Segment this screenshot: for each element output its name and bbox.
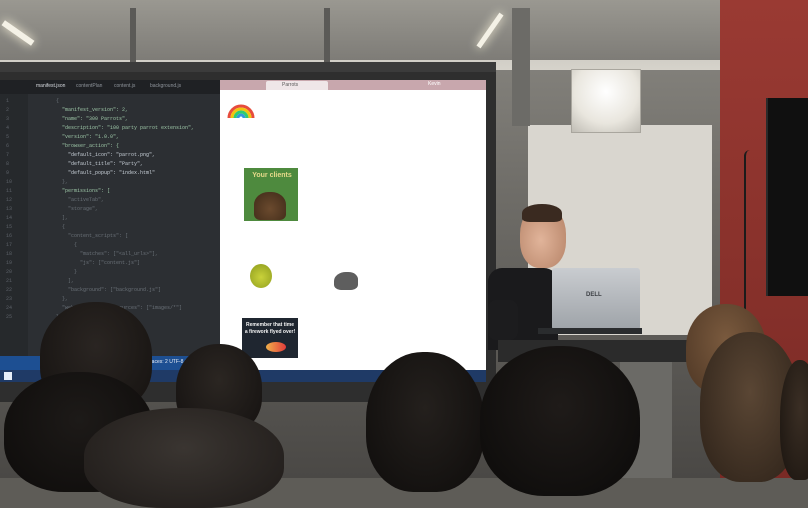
code-line: ], bbox=[56, 215, 69, 221]
line-number: 12 bbox=[6, 197, 13, 203]
presenter-hair bbox=[522, 204, 562, 222]
line-number: 25 bbox=[6, 314, 13, 320]
code-line: } bbox=[56, 269, 78, 275]
code-line: { bbox=[56, 224, 66, 230]
line-number: 10 bbox=[6, 179, 13, 185]
editor-tab-bar: manifest.json contentPlan content.js bac… bbox=[0, 80, 220, 94]
frog-icon bbox=[250, 264, 272, 288]
code-line: "matches": ["<all_urls>"], bbox=[56, 251, 159, 257]
code-line: "storage", bbox=[56, 206, 99, 212]
start-menu-icon[interactable] bbox=[4, 372, 12, 380]
editor-tab[interactable]: manifest.json bbox=[36, 83, 65, 89]
firework-icon bbox=[266, 342, 286, 352]
monitor-cable bbox=[744, 150, 770, 320]
rainbow-logo-icon bbox=[227, 104, 255, 119]
code-line: "default_popup": "index.html" bbox=[56, 170, 156, 176]
code-line: "content_scripts": [ bbox=[56, 233, 129, 239]
line-number: 16 bbox=[6, 233, 13, 239]
line-number: 19 bbox=[6, 260, 13, 266]
line-number: 9 bbox=[6, 170, 10, 176]
browser-chrome bbox=[220, 80, 486, 90]
line-number: 5 bbox=[6, 134, 10, 140]
window-mullion bbox=[324, 8, 330, 68]
line-number: 22 bbox=[6, 287, 13, 293]
code-line: "js": ["content.js"] bbox=[56, 260, 141, 266]
code-line: "description": "100 party parrot extensi… bbox=[56, 125, 195, 131]
code-line: { bbox=[56, 98, 60, 104]
wall-monitor bbox=[766, 98, 808, 296]
audience-head bbox=[84, 408, 284, 508]
laptop bbox=[552, 268, 640, 330]
card-caption: Remember that time a firework flyed over… bbox=[244, 322, 296, 335]
laptop-brand-logo: DELL bbox=[586, 292, 602, 298]
code-line: "default_icon": "parrot.png", bbox=[56, 152, 156, 158]
line-number: 24 bbox=[6, 305, 13, 311]
line-number: 15 bbox=[6, 224, 13, 230]
groundhog-icon bbox=[254, 192, 286, 220]
browser-window: Parrots Kevin Your clients Remember that… bbox=[220, 80, 486, 370]
line-number: 7 bbox=[6, 152, 10, 158]
line-number: 14 bbox=[6, 215, 13, 221]
line-number: 6 bbox=[6, 143, 10, 149]
pillar bbox=[512, 8, 530, 126]
code-line: "browser_action": { bbox=[56, 143, 120, 149]
browser-tab-title: Parrots bbox=[282, 82, 299, 88]
projector-screen-top bbox=[0, 62, 496, 72]
line-number: 21 bbox=[6, 278, 13, 284]
editor-tab[interactable]: background.js bbox=[150, 83, 181, 89]
audience-head bbox=[780, 360, 808, 480]
editor-tab[interactable]: content.js bbox=[114, 83, 135, 89]
code-line: }, bbox=[56, 179, 69, 185]
window-mullion bbox=[130, 8, 136, 68]
wall-light-fixture bbox=[571, 69, 641, 133]
browser-profile[interactable]: Kevin bbox=[428, 81, 441, 87]
line-number: 1 bbox=[6, 98, 10, 104]
rock-icon bbox=[334, 272, 358, 290]
ceiling bbox=[0, 0, 808, 60]
code-line: }, bbox=[56, 296, 69, 302]
line-number: 13 bbox=[6, 206, 13, 212]
code-line: ], bbox=[56, 278, 75, 284]
code-line: "version": "1.0.0", bbox=[56, 134, 120, 140]
line-number: 4 bbox=[6, 125, 10, 131]
code-line: "activeTab", bbox=[56, 197, 105, 203]
code-line: { bbox=[56, 242, 78, 248]
card-caption: Your clients bbox=[252, 172, 292, 179]
presenter-arm bbox=[488, 300, 518, 340]
line-number: 17 bbox=[6, 242, 13, 248]
line-number: 23 bbox=[6, 296, 13, 302]
code-line: "background": ["background.js"] bbox=[56, 287, 162, 293]
code-line: "manifest_version": 2, bbox=[56, 107, 129, 113]
line-number: 2 bbox=[6, 107, 10, 113]
code-line: "permissions": [ bbox=[56, 188, 111, 194]
audience-head bbox=[366, 352, 484, 492]
line-number: 3 bbox=[6, 116, 10, 122]
laptop-base bbox=[538, 328, 642, 334]
line-number: 18 bbox=[6, 251, 13, 257]
line-number-gutter bbox=[0, 94, 28, 370]
line-number: 20 bbox=[6, 269, 13, 275]
audience-head bbox=[480, 346, 640, 496]
line-number: 8 bbox=[6, 161, 10, 167]
editor-tab[interactable]: contentPlan bbox=[76, 83, 102, 89]
code-line: "default_title": "Party", bbox=[56, 161, 144, 167]
line-number: 11 bbox=[6, 188, 13, 194]
code-line: "name": "300 Parrots", bbox=[56, 116, 129, 122]
